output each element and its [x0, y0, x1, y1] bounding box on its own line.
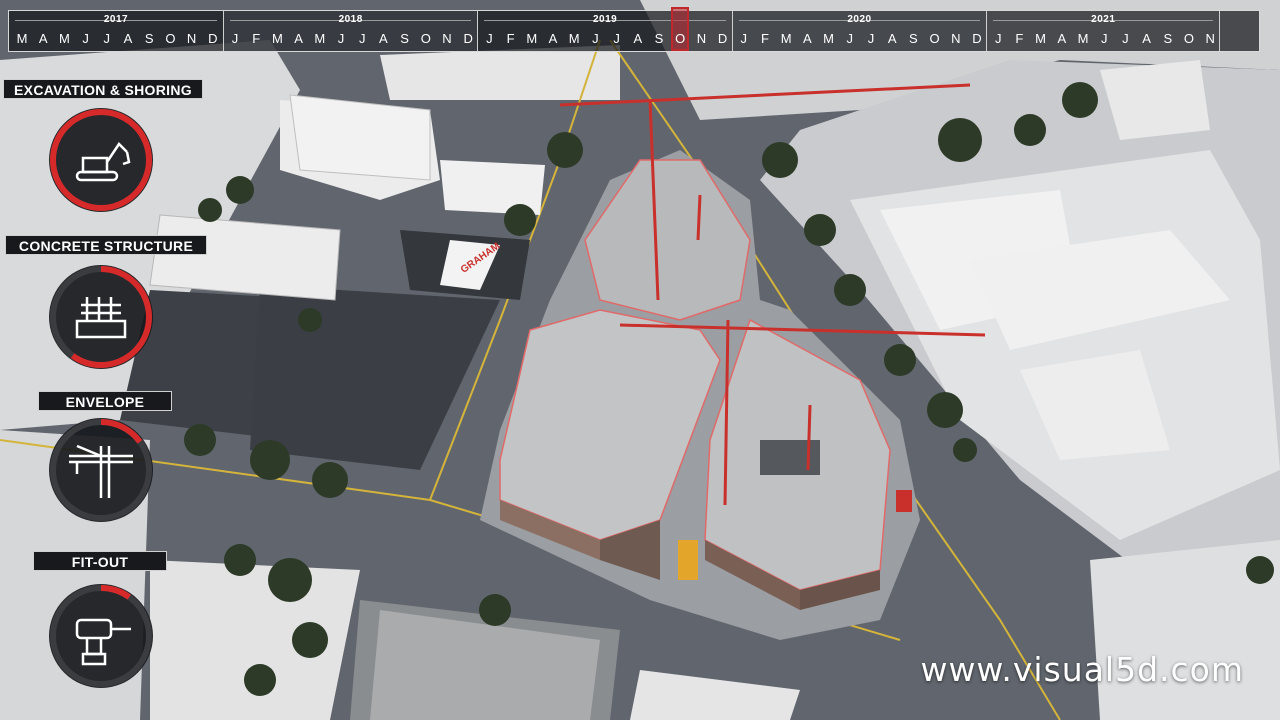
phase-progress-ring	[49, 418, 153, 522]
year-label: 2017	[103, 14, 129, 25]
timeline-month[interactable]: A	[1137, 31, 1157, 46]
timeline-month[interactable]: F	[1009, 31, 1029, 46]
timeline-month[interactable]: O	[925, 31, 945, 46]
construction-site-scene: GRAHAM	[0, 0, 1280, 720]
timeline-month[interactable]: S	[903, 31, 923, 46]
watermark: www.visual5d.com	[920, 650, 1244, 689]
timeline-month[interactable]: J	[352, 31, 372, 46]
timeline-month[interactable]: J	[76, 31, 96, 46]
phase-progress-ring	[49, 265, 153, 369]
timeline-year-2021: 2021 J F M A M J J A S O N	[987, 11, 1221, 51]
phase-label: FIT-OUT	[33, 551, 167, 571]
timeline-month[interactable]: A	[628, 31, 648, 46]
timeline-month[interactable]: D	[967, 31, 987, 46]
timeline-month[interactable]: J	[607, 31, 627, 46]
timeline-month[interactable]: M	[54, 31, 74, 46]
timeline-month[interactable]: N	[946, 31, 966, 46]
timeline-month[interactable]: S	[139, 31, 159, 46]
timeline-month[interactable]: N	[182, 31, 202, 46]
timeline-month[interactable]: J	[97, 31, 117, 46]
timeline-year-2017: 2017 M A M J J A S O N D	[9, 11, 224, 51]
timeline-month[interactable]: O	[670, 31, 690, 46]
year-label: 2020	[847, 14, 872, 25]
phase-label: ENVELOPE	[38, 391, 172, 411]
phase-label: CONCRETE STRUCTURE	[5, 235, 207, 255]
timeline-month[interactable]: J	[861, 31, 881, 46]
phase-label: EXCAVATION & SHORING	[3, 79, 203, 99]
timeline-month[interactable]: M	[12, 31, 32, 46]
timeline-month[interactable]: O	[1179, 31, 1199, 46]
timeline-month[interactable]: O	[416, 31, 436, 46]
timeline-month[interactable]: A	[33, 31, 53, 46]
phase-progress-ring	[49, 108, 153, 212]
timeline-month[interactable]: M	[1031, 31, 1051, 46]
timeline-month[interactable]: J	[225, 31, 245, 46]
timeline-month[interactable]: J	[988, 31, 1008, 46]
timeline-month[interactable]: J	[734, 31, 754, 46]
timeline-month[interactable]: J	[840, 31, 860, 46]
timeline-month[interactable]: J	[331, 31, 351, 46]
project-timeline: 2017 M A M J J A S O N D 2018 J F M A M J J A S O N D 2019 J F M A M J…	[8, 7, 1260, 52]
timeline-month[interactable]: N	[437, 31, 457, 46]
timeline-month[interactable]: A	[543, 31, 563, 46]
timeline-month[interactable]: N	[691, 31, 711, 46]
timeline-month[interactable]: M	[310, 31, 330, 46]
timeline-month[interactable]: F	[755, 31, 775, 46]
timeline-month[interactable]: N	[1200, 31, 1220, 46]
timeline-month[interactable]: O	[160, 31, 180, 46]
phase-progress-ring	[49, 584, 153, 688]
timeline-month[interactable]: A	[289, 31, 309, 46]
timeline-month[interactable]: M	[522, 31, 542, 46]
timeline-month[interactable]: J	[1115, 31, 1135, 46]
timeline-month[interactable]: S	[395, 31, 415, 46]
timeline-month[interactable]: J	[1094, 31, 1114, 46]
timeline-month[interactable]: A	[882, 31, 902, 46]
timeline-year-2020: 2020 J F M A M J J A S O N D	[732, 11, 988, 51]
year-label: 2018	[338, 14, 363, 25]
timeline-month[interactable]: S	[649, 31, 669, 46]
timeline-month[interactable]: M	[819, 31, 839, 46]
year-label: 2021	[1091, 14, 1116, 25]
timeline-month[interactable]: J	[479, 31, 499, 46]
timeline-month[interactable]: D	[713, 31, 733, 46]
timeline-month[interactable]: F	[246, 31, 266, 46]
timeline-month[interactable]: A	[1052, 31, 1072, 46]
timeline-month[interactable]: A	[797, 31, 817, 46]
timeline-month[interactable]: M	[776, 31, 796, 46]
timeline-month[interactable]: M	[1073, 31, 1093, 46]
timeline-month[interactable]: M	[267, 31, 287, 46]
year-label: 2019	[592, 14, 618, 25]
timeline-month[interactable]: J	[585, 31, 605, 46]
timeline-month[interactable]: D	[458, 31, 478, 46]
timeline-month[interactable]: F	[501, 31, 521, 46]
timeline-year-2018: 2018 J F M A M J J A S O N D	[224, 11, 479, 51]
timeline-year-2019: 2019 J F M A M J J A S O N D	[478, 7, 733, 51]
timeline-month[interactable]: A	[118, 31, 138, 46]
timeline-month[interactable]: M	[564, 31, 584, 46]
timeline-month[interactable]: D	[203, 31, 223, 46]
timeline-month[interactable]: S	[1158, 31, 1178, 46]
timeline-month[interactable]: A	[373, 31, 393, 46]
